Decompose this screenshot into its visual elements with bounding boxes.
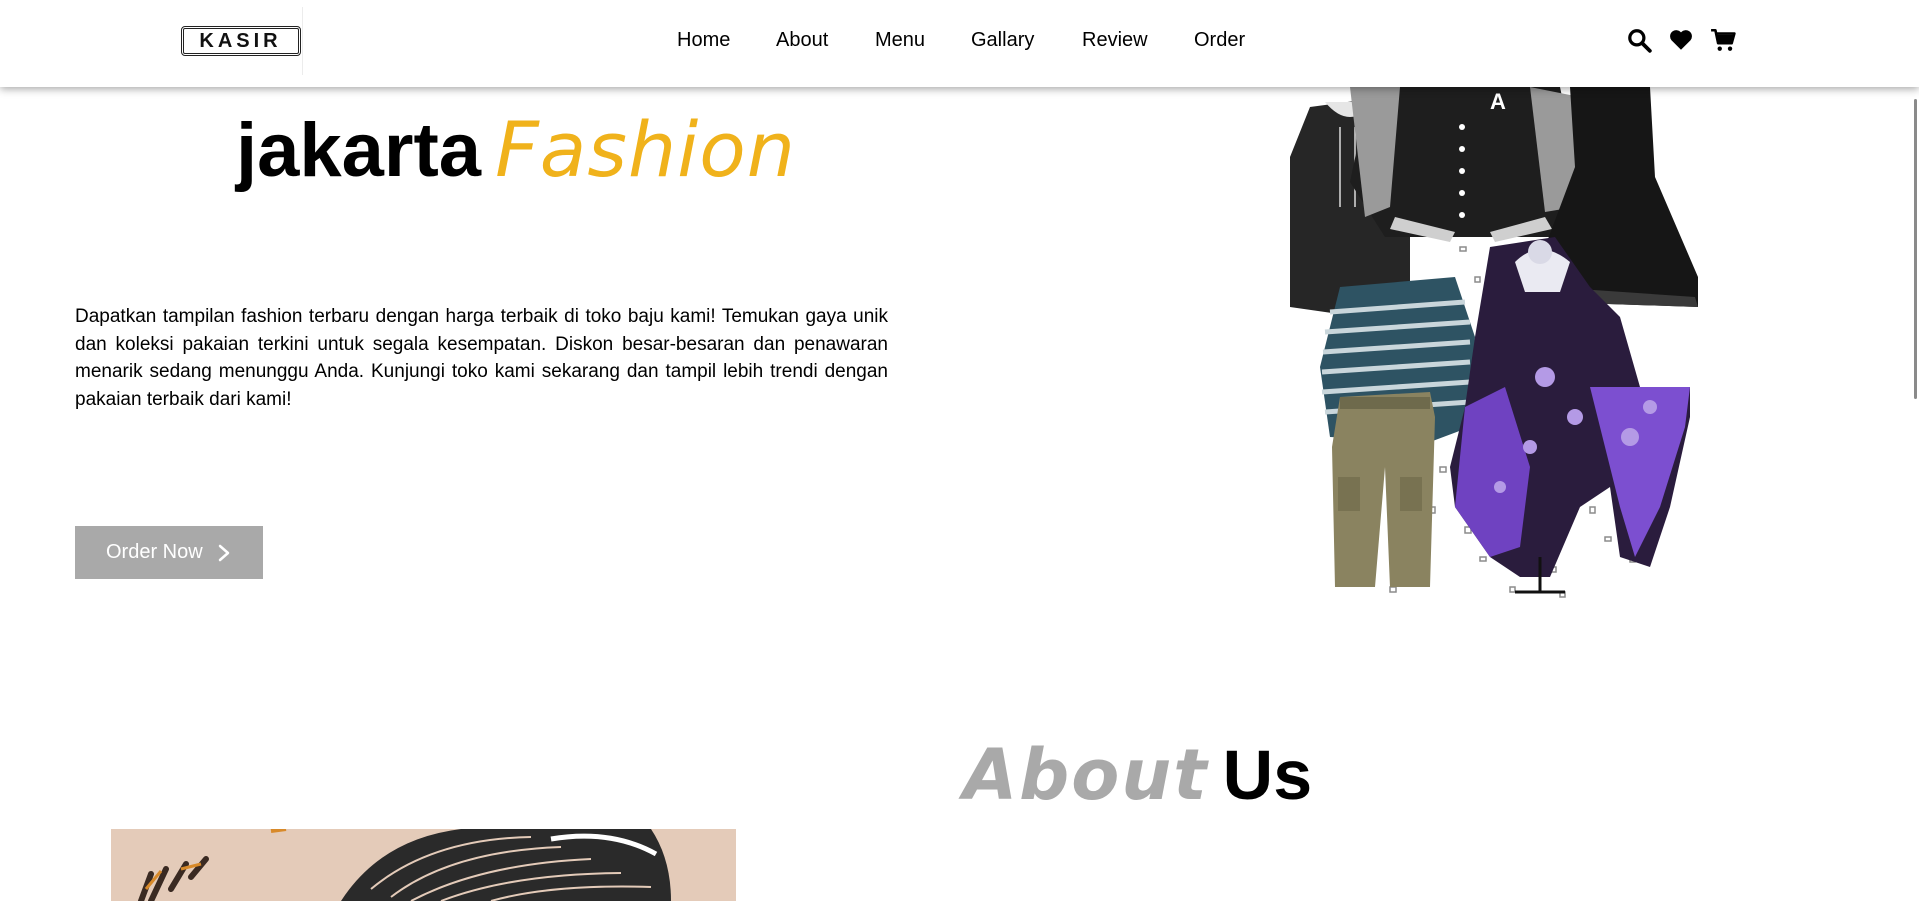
hero-title-accent: Fashion (495, 105, 796, 194)
nav-link-home[interactable]: Home (677, 29, 730, 52)
hero-title: jakarta Fashion (236, 112, 796, 189)
order-now-label: Order Now (106, 541, 203, 563)
chevron-right-icon (218, 544, 229, 561)
scrollbar-thumb[interactable] (1914, 99, 1917, 399)
logo[interactable]: KASIR (180, 26, 301, 56)
heart-icon[interactable] (1667, 26, 1695, 54)
nav-link-order[interactable]: Order (1194, 29, 1245, 52)
about-title: About Us (963, 740, 1312, 810)
hero-title-main: jakarta (236, 108, 482, 193)
hero-clothing-image: A (1290, 87, 1698, 598)
nav-icons (1625, 26, 1737, 54)
nav-link-review[interactable]: Review (1082, 29, 1148, 52)
search-icon[interactable] (1625, 26, 1653, 54)
cart-icon[interactable] (1709, 26, 1737, 54)
nav-link-gallary[interactable]: Gallary (971, 29, 1034, 52)
scrollbar[interactable] (1913, 87, 1919, 901)
nav-link-about[interactable]: About (776, 29, 828, 52)
about-image (111, 829, 736, 901)
order-now-button[interactable]: Order Now (75, 526, 263, 579)
hero-description: Dapatkan tampilan fashion terbaru dengan… (75, 306, 888, 410)
logo-container[interactable]: KASIR (179, 7, 303, 75)
about-title-dark: Us (1222, 736, 1313, 814)
navbar: KASIR Home About Menu Gallary Review Ord… (0, 0, 1919, 87)
svg-text:A: A (1490, 89, 1506, 114)
about-title-grey: About (963, 734, 1209, 816)
nav-link-menu[interactable]: Menu (875, 29, 925, 52)
